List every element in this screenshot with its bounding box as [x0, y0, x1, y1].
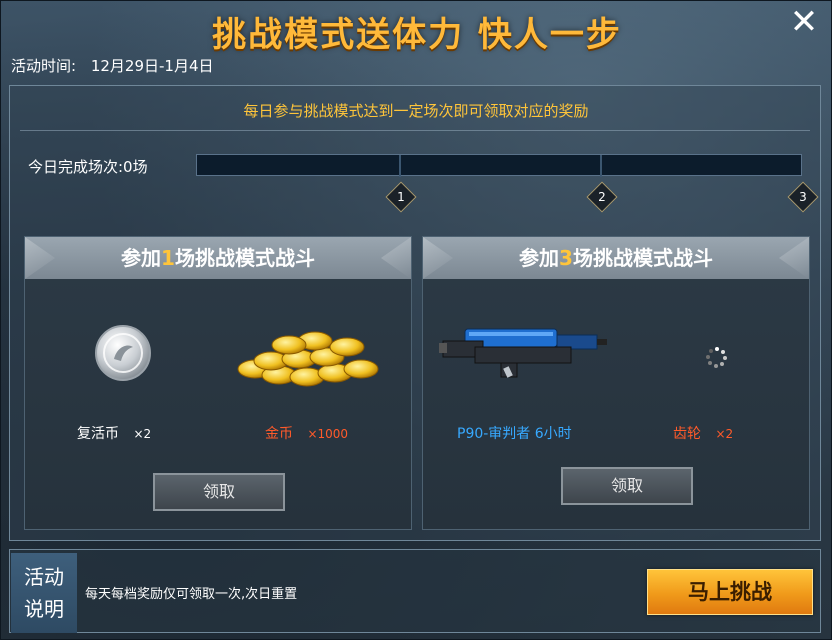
milestone-label-1: 1: [397, 190, 405, 204]
task-description: 每日参与挑战模式达到一定场次即可领取对应的奖励: [243, 102, 589, 120]
milestone-label-2: 2: [598, 190, 606, 204]
divider: [20, 130, 810, 131]
reward-name: P90-审判者 6小时: [457, 426, 572, 442]
reward-qty: ×2: [715, 427, 734, 441]
progress-bar: [196, 154, 802, 177]
reward-label: P90-审判者 6小时: [457, 423, 572, 443]
dialog-title: 挑战模式送体力 快人一步: [212, 15, 622, 55]
card-title-prefix: 参加: [519, 246, 560, 270]
reward-name: 复活币: [77, 426, 119, 442]
reward-qty: ×2: [133, 427, 152, 441]
reward-card-title: 参加3场挑战模式战斗: [423, 237, 809, 279]
event-dialog: 挑战模式送体力 快人一步 ✕ 活动时间: 12月29日-1月4日 每日参与挑战模…: [0, 0, 832, 640]
reward-label: 金币 ×1000: [265, 423, 348, 443]
rules-text: 每天每档奖励仅可领取一次,次日重置: [85, 587, 298, 602]
progress-label: 今日完成场次:0场: [28, 158, 148, 176]
event-time-label: 活动时间:: [11, 57, 77, 75]
card-title-count: 1: [161, 246, 175, 270]
milestone-label-3: 3: [799, 190, 807, 204]
reward-card-title: 参加1场挑战模式战斗: [25, 237, 411, 279]
gear-icon: [706, 347, 727, 368]
activity-info-tag: 活动 说明: [11, 553, 77, 633]
reward-qty: ×1000: [307, 427, 349, 441]
gold-coins-icon: [237, 331, 379, 387]
claim-button-2[interactable]: 领取: [561, 467, 693, 505]
progress-tick: [399, 155, 401, 177]
claim-button-1[interactable]: 领取: [153, 473, 285, 511]
task-panel: 每日参与挑战模式达到一定场次即可领取对应的奖励 今日完成场次:0场 1 2 3 …: [9, 85, 821, 541]
challenge-now-button[interactable]: 马上挑战: [647, 569, 813, 615]
event-time-row: 活动时间: 12月29日-1月4日: [11, 55, 224, 76]
reward-label: 齿轮 ×2: [673, 423, 733, 443]
p90-weapon-icon: [439, 328, 607, 378]
reward-card-1: 参加1场挑战模式战斗 复活币 ×2 金币 ×1000 领取: [24, 236, 412, 530]
progress-tick: [600, 155, 602, 177]
card-title-suffix: 场挑战模式战斗: [174, 246, 315, 270]
reward-label: 复活币 ×2: [77, 423, 151, 443]
activity-info-line: 活动: [24, 565, 64, 589]
event-time-value: 12月29日-1月4日: [90, 57, 214, 75]
activity-info-line: 说明: [24, 597, 64, 621]
revive-coin-icon: [95, 325, 151, 381]
close-icon[interactable]: ✕: [787, 5, 821, 39]
card-title-suffix: 场挑战模式战斗: [572, 246, 713, 270]
card-title-count: 3: [559, 246, 573, 270]
reward-name: 齿轮: [673, 426, 701, 442]
reward-name: 金币: [265, 426, 293, 442]
card-title-prefix: 参加: [121, 246, 162, 270]
reward-card-2: 参加3场挑战模式战斗 P90-审判者 6小时 齿轮 ×2 领取: [422, 236, 810, 530]
